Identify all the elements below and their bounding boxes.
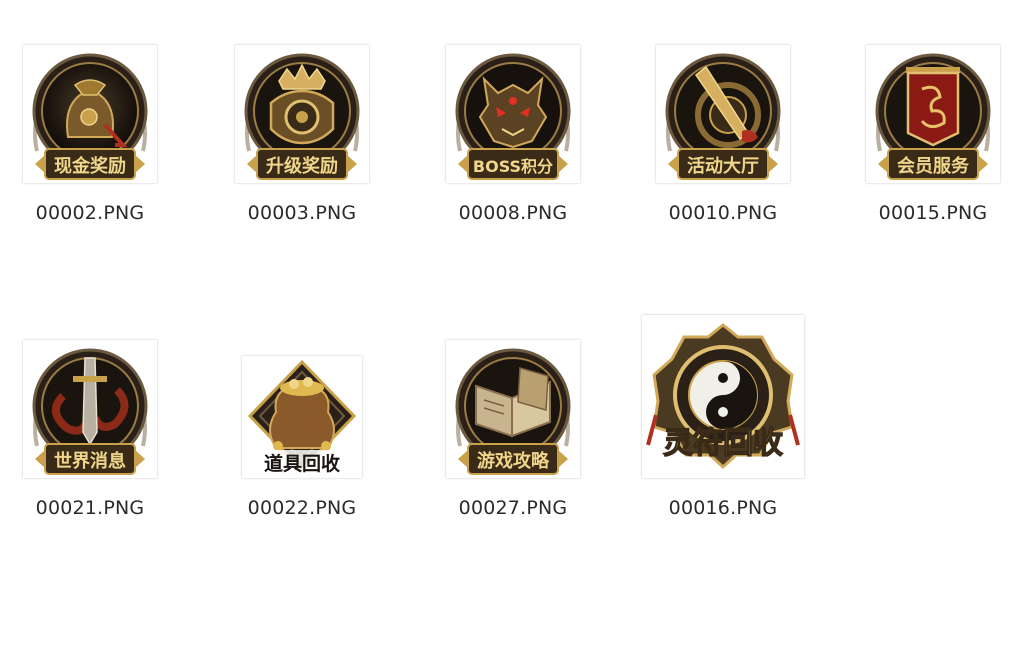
- file-name: 00021.PNG: [35, 497, 145, 519]
- file-name: 00015.PNG: [878, 202, 988, 224]
- dragon-banner-icon: 会员服务: [875, 53, 991, 180]
- file-item-00003[interactable]: 升级奖励 00003.PNG: [212, 45, 392, 245]
- demon-mask-icon: BOSS积分: [455, 53, 571, 180]
- file-item-00022[interactable]: 道具回收 00022.PNG: [212, 340, 392, 540]
- thumbnail[interactable]: 活动大厅: [656, 45, 790, 183]
- file-name: 00027.PNG: [458, 497, 568, 519]
- open-book-icon: 游戏攻略: [455, 348, 571, 475]
- file-name: 00010.PNG: [668, 202, 778, 224]
- thumbnail[interactable]: 会员服务: [866, 45, 1000, 183]
- thumbnail[interactable]: 现金奖励: [23, 45, 157, 183]
- icon-caption: 游戏攻略: [477, 450, 550, 472]
- file-name: 00002.PNG: [35, 202, 145, 224]
- file-name: 00003.PNG: [247, 202, 357, 224]
- yin-yang-icon: 灵符回收: [646, 323, 800, 470]
- file-item-00016[interactable]: 灵符回收 00016.PNG: [633, 315, 813, 519]
- gold-sack-icon: 道具回收: [247, 359, 357, 476]
- treasure-chest-icon: 升级奖励: [244, 53, 360, 180]
- money-bag-icon: 现金奖励: [32, 53, 148, 180]
- file-name: 00016.PNG: [668, 497, 778, 519]
- icon-caption: 道具回收: [264, 452, 340, 475]
- file-item-00021[interactable]: 世界消息 00021.PNG: [0, 340, 180, 540]
- icon-caption: 灵符回收: [663, 426, 783, 461]
- icon-caption: 现金奖励: [54, 155, 126, 177]
- icon-caption: 升级奖励: [266, 155, 338, 177]
- thumbnail[interactable]: BOSS积分: [446, 45, 580, 183]
- icon-caption: 活动大厅: [687, 155, 759, 177]
- file-name: 00022.PNG: [247, 497, 357, 519]
- thumbnail[interactable]: 道具回收: [242, 356, 362, 478]
- sword-ribbon-icon: 世界消息: [32, 348, 148, 475]
- thumbnail[interactable]: 升级奖励: [235, 45, 369, 183]
- file-item-00008[interactable]: BOSS积分 00008.PNG: [423, 45, 603, 245]
- thumbnail[interactable]: 世界消息: [23, 340, 157, 478]
- file-item-00002[interactable]: 现金奖励 00002.PNG: [0, 45, 180, 245]
- file-item-00027[interactable]: 游戏攻略 00027.PNG: [423, 340, 603, 540]
- file-item-00010[interactable]: 活动大厅 00010.PNG: [633, 45, 813, 245]
- file-name: 00008.PNG: [458, 202, 568, 224]
- icon-caption: 会员服务: [897, 155, 970, 177]
- thumbnail[interactable]: 灵符回收: [642, 315, 804, 478]
- thumbnail[interactable]: 游戏攻略: [446, 340, 580, 478]
- icon-caption: BOSS积分: [473, 157, 553, 176]
- sword-emblem-icon: 活动大厅: [665, 53, 781, 180]
- file-item-00015[interactable]: 会员服务 00015.PNG: [843, 45, 1023, 245]
- icon-caption: 世界消息: [54, 450, 126, 472]
